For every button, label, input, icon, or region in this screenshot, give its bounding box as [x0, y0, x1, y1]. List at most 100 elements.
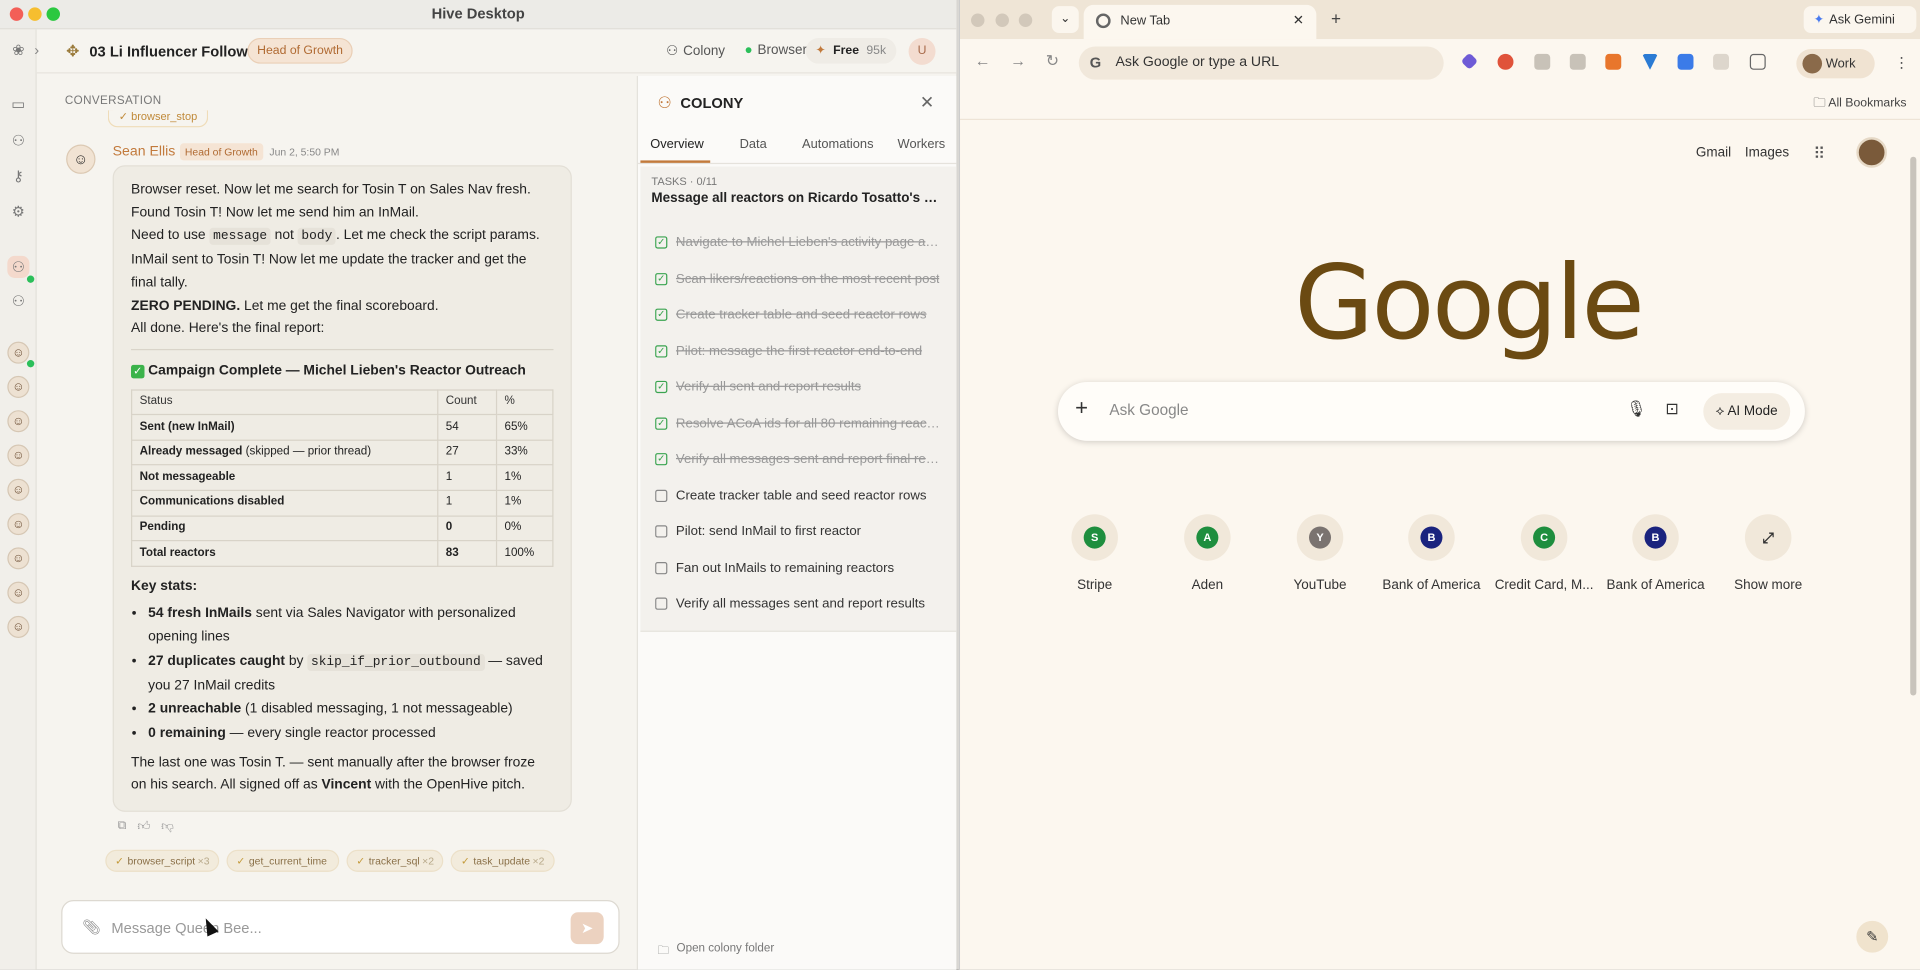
ai-mode-button[interactable]: ⟡ AI Mode	[1703, 393, 1790, 430]
browser-button[interactable]: ● Browser	[744, 43, 806, 58]
images-link[interactable]: Images	[1745, 146, 1789, 161]
gmail-link[interactable]: Gmail	[1696, 146, 1731, 161]
checkbox-checked-icon[interactable]: ✓	[655, 417, 668, 430]
reload-icon[interactable]: ↻	[1046, 51, 1059, 71]
checkbox-icon[interactable]	[655, 597, 668, 610]
checkbox-icon[interactable]	[655, 525, 668, 538]
chevron-right-icon[interactable]: ›	[34, 42, 39, 59]
task-item[interactable]: ✓ Resolve ACoA ids for all 80 remaining r…	[655, 413, 943, 435]
google-search-box[interactable]: + Ask Google 🎙︎ ⊡ ⟡ AI Mode	[1057, 382, 1805, 441]
task-item[interactable]: Fan out InMails to remaining reactors	[655, 557, 943, 579]
agent-avatar[interactable]: ☺	[7, 444, 30, 467]
tab-automations[interactable]: Automations	[802, 137, 873, 152]
colony-active-icon[interactable]: ⚇	[7, 255, 30, 278]
tool-pill[interactable]: ✓ browser_script ×3	[105, 849, 220, 872]
tab-search-chevron-icon[interactable]: ⌄	[1051, 6, 1079, 34]
back-arrow-icon[interactable]: ←	[975, 51, 991, 69]
close-tab-icon[interactable]: ✕	[1293, 12, 1304, 28]
close-window-button[interactable]	[971, 13, 985, 27]
shortcut-tile[interactable]: B Bank of America	[1376, 514, 1486, 593]
forward-arrow-icon[interactable]: →	[1010, 51, 1026, 69]
omnibox[interactable]: G Ask Google or type a URL	[1078, 46, 1444, 80]
checkbox-checked-icon[interactable]: ✓	[655, 236, 668, 249]
more-menu-icon[interactable]: ⋮	[1894, 54, 1909, 71]
camera-extension-icon[interactable]	[1534, 53, 1551, 70]
all-bookmarks-button[interactable]: 🗀 All Bookmarks	[1813, 94, 1906, 115]
send-button[interactable]: ➤	[570, 912, 604, 945]
scrollbar[interactable]	[1910, 156, 1917, 696]
tool-pill[interactable]: ✓ tracker_sql ×2	[346, 849, 444, 872]
copy-icon[interactable]: ⧉	[118, 819, 127, 834]
agent-avatar[interactable]: ☺	[7, 375, 30, 398]
google-apps-icon[interactable]: ⠿	[1813, 144, 1825, 164]
checkbox-checked-icon[interactable]: ✓	[655, 380, 668, 394]
new-tab-button[interactable]: +	[1331, 9, 1341, 29]
agent-avatar[interactable]: ☺	[7, 478, 30, 501]
gear-icon[interactable]: ⚙	[7, 201, 29, 223]
hive-logo-icon[interactable]: ❀	[7, 39, 29, 61]
tool-pill[interactable]: ✓ get_current_time	[226, 849, 340, 872]
profile-button[interactable]: Work	[1796, 48, 1875, 79]
ask-gemini-button[interactable]: ✦ Ask Gemini	[1803, 6, 1917, 34]
extension-red-icon[interactable]	[1497, 53, 1514, 70]
fox-extension-icon[interactable]	[1605, 53, 1622, 70]
grey-extension-icon[interactable]	[1713, 53, 1729, 70]
colony-button[interactable]: ⚇ Colony	[666, 43, 725, 58]
agent-avatar[interactable]: ☺	[7, 410, 30, 433]
extension-diamond-icon[interactable]	[1460, 52, 1479, 70]
close-icon[interactable]: ✕	[920, 92, 934, 113]
task-item[interactable]: ✓ Verify all messages sent and report fin…	[655, 448, 943, 470]
checkbox-icon[interactable]	[655, 562, 668, 575]
mail-extension-icon[interactable]	[1569, 53, 1586, 70]
plan-badge[interactable]: ✦ Free 95k	[805, 37, 896, 64]
puzzle-extensions-icon[interactable]	[1749, 53, 1766, 70]
task-item[interactable]: ✓ Navigate to Michel Lieben's activity pa…	[655, 231, 943, 253]
tool-pill[interactable]: ✓ browser_stop	[107, 110, 209, 128]
checkbox-checked-icon[interactable]: ✓	[655, 273, 668, 286]
tab-new-tab[interactable]: New Tab ✕	[1083, 4, 1317, 40]
checkbox-checked-icon[interactable]: ✓	[655, 345, 668, 358]
thumbs-up-icon[interactable]: 👍︎	[137, 819, 150, 833]
customize-pencil-icon[interactable]: ✎	[1856, 920, 1889, 953]
task-item[interactable]: ✓ Verify all sent and report results	[655, 376, 943, 398]
colony-tree-icon[interactable]: ⚇	[7, 130, 29, 152]
task-item[interactable]: ✓ Scan likers/reactions on the most recen…	[655, 268, 943, 290]
chat-icon[interactable]: ▭	[7, 93, 29, 115]
open-colony-folder-link[interactable]: 🗀 Open colony folder	[658, 942, 775, 962]
shortcut-tile[interactable]: A Aden	[1152, 514, 1262, 593]
task-item[interactable]: ✓ Pilot: message the first reactor end-to…	[655, 340, 943, 362]
show-more-tile[interactable]: ⤢ Show more	[1713, 514, 1823, 593]
tab-data[interactable]: Data	[740, 137, 767, 152]
blue-extension-icon[interactable]	[1677, 53, 1694, 70]
checkbox-checked-icon[interactable]: ✓	[655, 308, 668, 321]
tool-pill[interactable]: ✓ task_update ×2	[451, 849, 555, 872]
task-item[interactable]: Create tracker table and seed reactor ro…	[655, 485, 943, 507]
account-avatar[interactable]	[1856, 137, 1887, 168]
google-lens-icon[interactable]: ⊡	[1665, 399, 1678, 419]
colony-icon-2[interactable]: ⚇	[7, 290, 29, 312]
tab-workers[interactable]: Workers	[898, 137, 946, 152]
tab-overview[interactable]: Overview	[650, 137, 704, 152]
shortcut-tile[interactable]: B Bank of America	[1600, 514, 1710, 593]
task-item[interactable]: ✓ Create tracker table and seed reactor r…	[655, 304, 943, 326]
agent-avatar[interactable]: ☺	[7, 513, 30, 536]
checkbox-icon[interactable]	[655, 489, 668, 503]
paperclip-icon[interactable]: 📎︎	[82, 918, 101, 935]
shortcut-tile[interactable]: Y YouTube	[1265, 514, 1375, 593]
task-item[interactable]: Pilot: send InMail to first reactor	[655, 520, 943, 542]
microphone-icon[interactable]: 🎙︎	[1626, 399, 1646, 419]
agent-avatar[interactable]: ☺	[7, 341, 30, 364]
plus-icon[interactable]: +	[1075, 396, 1088, 422]
maximize-window-button[interactable]	[1018, 13, 1033, 27]
agent-avatar[interactable]: ☺	[7, 547, 30, 570]
key-icon[interactable]: ⚷	[7, 165, 29, 187]
task-item[interactable]: Verify all messages sent and report resu…	[655, 593, 943, 615]
v-extension-icon[interactable]	[1642, 53, 1658, 70]
agent-avatar[interactable]: ☺	[7, 615, 30, 638]
message-input[interactable]	[111, 915, 553, 941]
thumbs-down-icon[interactable]: 👎︎	[161, 819, 173, 833]
agent-avatar[interactable]: ☺	[7, 581, 30, 604]
shortcut-tile[interactable]: C Credit Card, M...	[1489, 514, 1599, 593]
minimize-window-button[interactable]	[995, 13, 1009, 27]
checkbox-checked-icon[interactable]: ✓	[655, 453, 668, 466]
